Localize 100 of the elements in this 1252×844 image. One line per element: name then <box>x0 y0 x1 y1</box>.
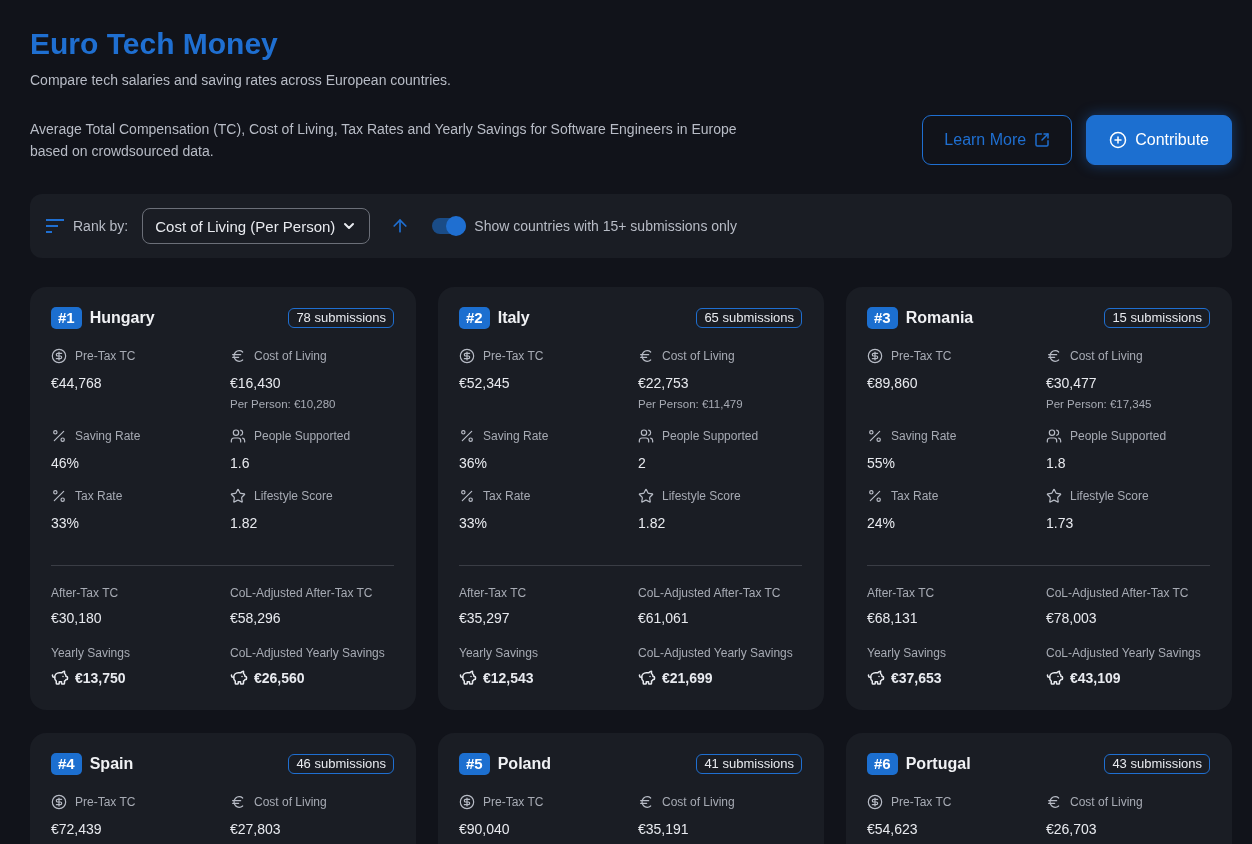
stat-value: 24% <box>867 514 897 532</box>
dollar-icon <box>867 348 883 364</box>
country-name: Hungary <box>89 309 155 327</box>
country-name: Romania <box>905 309 974 327</box>
piggy-bank-icon <box>51 669 69 687</box>
submissions-badge: 15 submissions <box>1104 308 1210 328</box>
per-person-note: Per Person: €17,345 <box>1046 397 1153 412</box>
stat-label: Tax Rate <box>891 489 939 503</box>
rank-badge: #6 <box>867 753 898 775</box>
dollar-icon <box>867 794 883 810</box>
filter-label: Show countries with 15+ submissions only <box>474 218 737 234</box>
stat-value: 1.82 <box>230 514 259 532</box>
stat-value: €54,623 <box>867 820 919 838</box>
stat-value: €52,345 <box>459 374 511 392</box>
stat-value: €22,753 <box>638 374 690 392</box>
total-label: CoL-Adjusted Yearly Savings <box>638 646 793 660</box>
contribute-button[interactable]: Contribute <box>1086 115 1232 165</box>
submissions-badge: 46 submissions <box>288 754 394 774</box>
stat-value: 2 <box>638 454 647 472</box>
stat-label: People Supported <box>254 429 351 443</box>
stat-value: €72,439 <box>51 820 103 838</box>
rank-badge: #2 <box>459 307 490 329</box>
submissions-badge: 65 submissions <box>696 308 802 328</box>
stat-label: Cost of Living <box>1070 349 1143 363</box>
stat-value: 33% <box>51 514 81 532</box>
piggy-bank-icon <box>867 669 885 687</box>
percent-icon <box>867 428 883 444</box>
stat-value: €16,430 <box>230 374 282 392</box>
stat-label: Pre-Tax TC <box>483 349 544 363</box>
euro-icon <box>230 348 246 364</box>
total-value: €30,180 <box>51 610 102 626</box>
total-label: CoL-Adjusted After-Tax TC <box>638 586 781 600</box>
piggy-bank-icon <box>459 669 477 687</box>
rank-select[interactable]: Cost of Living (Per Person) <box>142 208 371 244</box>
total-value: €37,653 <box>891 670 942 686</box>
total-value: €12,543 <box>483 670 534 686</box>
dollar-icon <box>459 794 475 810</box>
star-icon <box>230 488 246 504</box>
stat-label: Cost of Living <box>1070 795 1143 809</box>
rank-badge: #5 <box>459 753 490 775</box>
stat-label: Cost of Living <box>662 795 735 809</box>
stat-label: Pre-Tax TC <box>891 349 952 363</box>
piggy-bank-icon <box>230 669 248 687</box>
total-label: After-Tax TC <box>867 586 935 600</box>
people-icon <box>638 428 654 444</box>
external-link-icon <box>1034 132 1051 148</box>
total-label: CoL-Adjusted Yearly Savings <box>230 646 385 660</box>
stat-label: People Supported <box>1070 429 1167 443</box>
total-value: €26,560 <box>254 670 305 686</box>
percent-icon <box>51 428 67 444</box>
stat-label: Cost of Living <box>662 349 735 363</box>
country-name: Poland <box>497 755 552 773</box>
stat-label: Pre-Tax TC <box>483 795 544 809</box>
stat-label: Tax Rate <box>483 489 531 503</box>
rank-badge: #4 <box>51 753 82 775</box>
star-icon <box>638 488 654 504</box>
stat-value: €26,703 <box>1046 820 1098 838</box>
total-label: Yearly Savings <box>867 646 946 660</box>
stat-value: €30,477 <box>1046 374 1098 392</box>
piggy-bank-icon <box>1046 669 1064 687</box>
per-person-note: Per Person: €11,479 <box>638 397 744 412</box>
stat-label: Cost of Living <box>254 349 327 363</box>
total-value: €61,061 <box>638 610 689 626</box>
stat-label: Pre-Tax TC <box>75 795 136 809</box>
app-title: Euro Tech Money <box>30 26 279 62</box>
people-icon <box>230 428 246 444</box>
app-subtitle: Compare tech salaries and saving rates across European countries. <box>30 71 452 90</box>
percent-icon <box>51 488 67 504</box>
stat-value: 1.73 <box>1046 514 1075 532</box>
percent-icon <box>867 488 883 504</box>
stat-value: €35,191 <box>638 820 690 838</box>
learn-more-button[interactable]: Learn More <box>922 115 1073 165</box>
stat-value: 1.82 <box>638 514 667 532</box>
stat-value: 1.8 <box>1046 454 1067 472</box>
stat-label: Lifestyle Score <box>662 489 741 503</box>
stat-value: 46% <box>51 454 81 472</box>
stat-label: People Supported <box>662 429 759 443</box>
total-value: €35,297 <box>459 610 510 626</box>
stat-value: 33% <box>459 514 489 532</box>
euro-icon <box>1046 348 1062 364</box>
country-name: Portugal <box>905 755 971 773</box>
rank-badge: #1 <box>51 307 82 329</box>
stat-value: €90,040 <box>459 820 511 838</box>
total-value: €78,003 <box>1046 610 1097 626</box>
total-value: €13,750 <box>75 670 126 686</box>
rank-badge: #3 <box>867 307 898 329</box>
submissions-badge: 78 submissions <box>288 308 394 328</box>
stat-value: €27,803 <box>230 820 282 838</box>
stat-label: Pre-Tax TC <box>891 795 952 809</box>
total-label: CoL-Adjusted After-Tax TC <box>1046 586 1189 600</box>
filter-switch[interactable] <box>432 218 467 234</box>
total-label: CoL-Adjusted After-Tax TC <box>230 586 373 600</box>
stat-label: Lifestyle Score <box>1070 489 1149 503</box>
dollar-icon <box>459 348 475 364</box>
stat-value: 36% <box>459 454 489 472</box>
total-label: CoL-Adjusted Yearly Savings <box>1046 646 1201 660</box>
euro-icon <box>638 794 654 810</box>
people-icon <box>1046 428 1062 444</box>
country-name: Italy <box>497 309 530 327</box>
total-label: After-Tax TC <box>51 586 119 600</box>
